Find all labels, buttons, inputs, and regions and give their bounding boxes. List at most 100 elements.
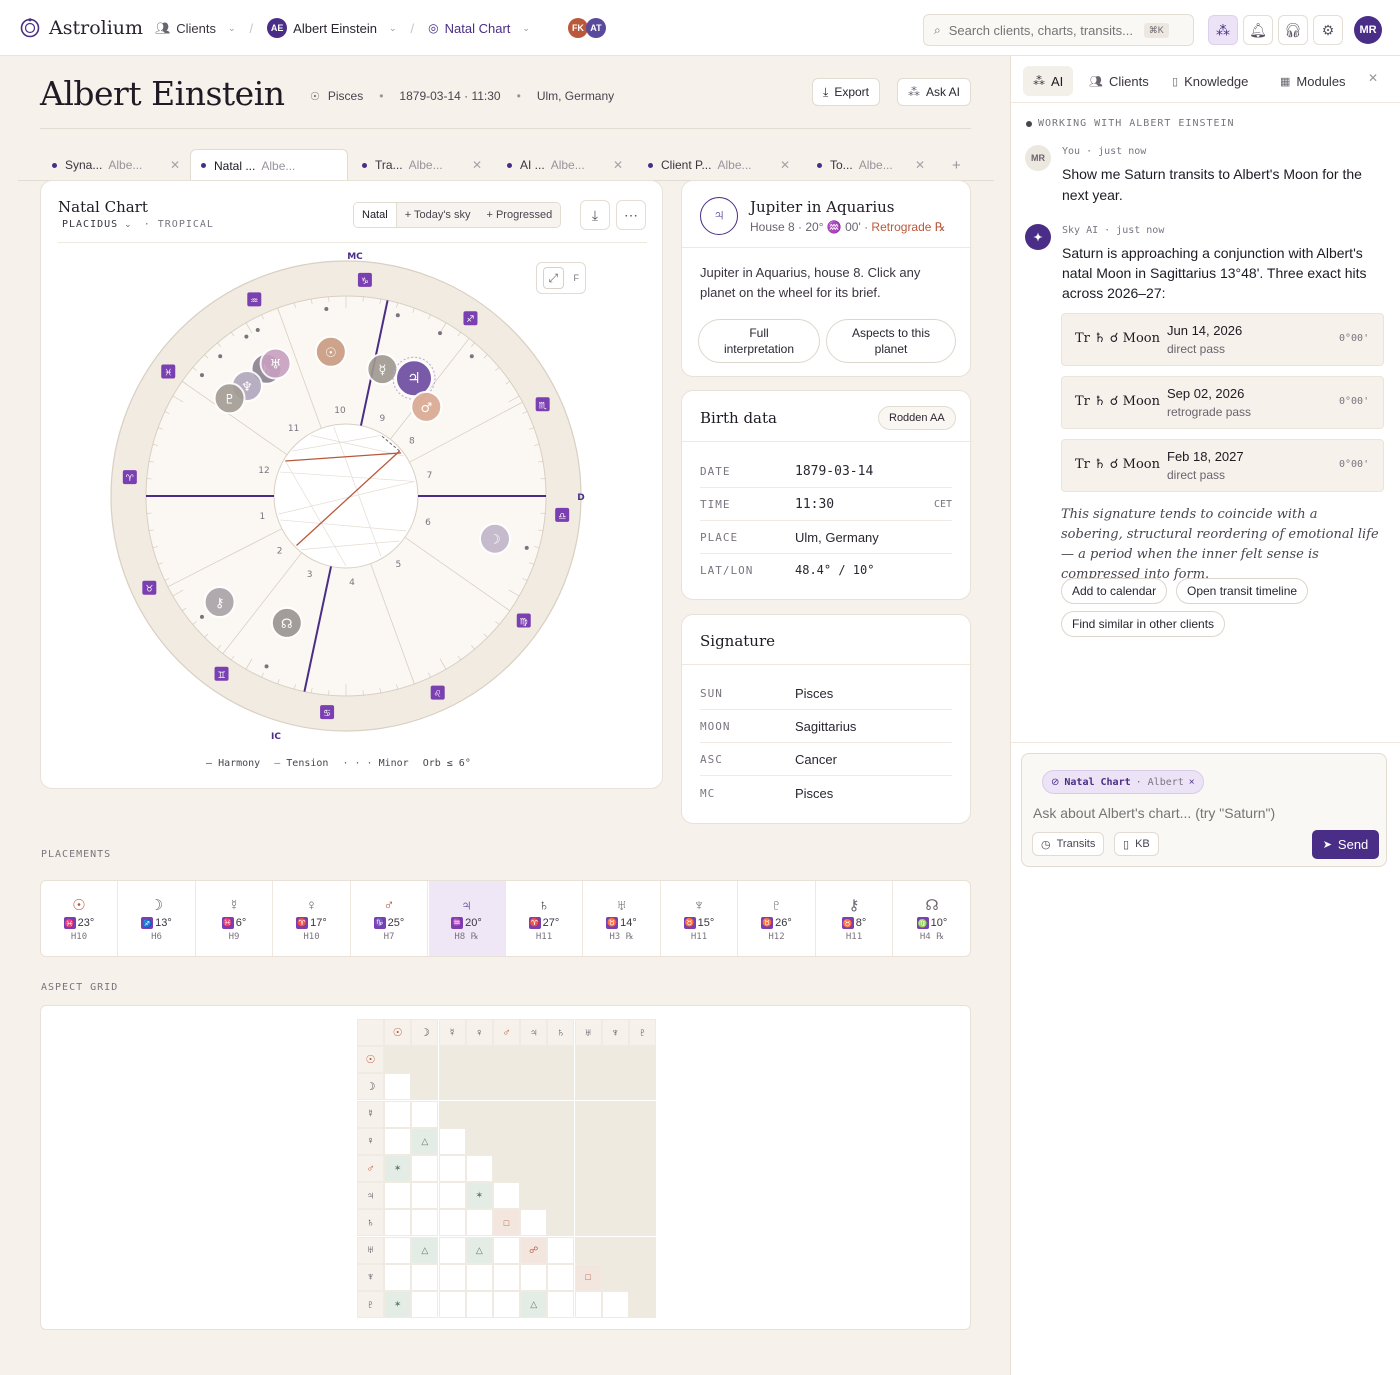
aspect-cell[interactable]: ✶ <box>384 1155 412 1182</box>
close-icon[interactable]: ✕ <box>780 158 790 172</box>
remove-chip-icon[interactable]: × <box>1189 777 1195 788</box>
placement-item[interactable]: ☉ ♓ 23° H10 <box>41 881 118 956</box>
aspects-to-planet-button[interactable]: Aspects to this planet <box>826 319 956 363</box>
natal-chart-wheel[interactable]: ♈♉♊♋♌♍♎♏♐♑♒♓123456789101112☉♄♅♆♇☿♃♂☽⚷☊MC… <box>101 251 591 741</box>
search-input[interactable] <box>948 22 1144 38</box>
grid-cell-empty <box>629 1046 656 1074</box>
tab-natal[interactable]: Natal ... Albe... <box>190 149 348 181</box>
transit-note: retrograde pass <box>1167 405 1252 419</box>
user-avatar[interactable]: MR <box>1354 16 1382 44</box>
sidebar-tab-knowledge[interactable]: ▯ Knowledge <box>1162 66 1258 96</box>
header-divider <box>40 128 971 129</box>
breadcrumb-clients[interactable]: 👥︎ Clients ⌄ <box>155 21 236 36</box>
notifications-button[interactable]: 🔔︎ <box>1243 15 1273 45</box>
send-button[interactable]: ➤ Send <box>1312 830 1379 859</box>
sidebar-tab-clients[interactable]: 👥︎ Clients <box>1079 66 1159 96</box>
aspect-cell[interactable]: ✶ <box>384 1291 412 1318</box>
house-number: 12 <box>258 466 269 476</box>
mode-todays-sky[interactable]: + Today's sky <box>396 203 479 227</box>
aspect-cell[interactable]: ✶ <box>465 1182 493 1210</box>
sidebar-tab-modules[interactable]: ▦ Modules <box>1270 66 1356 96</box>
aspect-cell[interactable]: □ <box>493 1209 520 1237</box>
collaborator-avatar[interactable]: FK <box>567 18 588 38</box>
placement-item[interactable]: ⚷ ♉ 8° H11 <box>816 881 893 956</box>
fullscreen-button[interactable]: ⤢ F <box>536 262 586 294</box>
fullscreen-shortcut: F <box>573 273 580 283</box>
grid-row-planet-icon: ♅ <box>357 1236 384 1264</box>
download-chart-button[interactable]: ⤓ <box>580 200 610 230</box>
planet-degree-dot <box>244 334 249 339</box>
placement-item[interactable]: ♃ ♒ 20° H8 ℞ <box>428 881 506 956</box>
zodiac-type: · TROPICAL <box>143 219 214 230</box>
planet-title: Jupiter in Aquarius <box>750 198 895 216</box>
mode-natal[interactable]: Natal <box>354 203 397 227</box>
placement-item[interactable]: ♄ ♈ 27° H11 <box>506 881 583 956</box>
aspect-cell[interactable]: △ <box>520 1291 548 1318</box>
placement-house: H3 ℞ <box>609 931 634 942</box>
kb-context-button[interactable]: ▯ KB <box>1114 832 1159 856</box>
close-icon[interactable]: ✕ <box>915 158 925 172</box>
placement-item[interactable]: ♅ ♉ 14° H3 ℞ <box>584 881 661 956</box>
grid-cell <box>384 1236 412 1264</box>
placement-item[interactable]: ♂ ♑ 25° H7 <box>351 881 428 956</box>
chat-input[interactable] <box>1033 802 1373 824</box>
close-icon[interactable]: ✕ <box>472 158 482 172</box>
more-options-button[interactable]: ⋯ <box>616 200 646 230</box>
placement-item[interactable]: ♇ ♉ 26° H12 <box>739 881 816 956</box>
breadcrumb-clients-label: Clients <box>176 20 216 36</box>
placement-house: H9 <box>228 931 240 942</box>
full-interpretation-button[interactable]: Full interpretation <box>698 319 820 363</box>
settings-button[interactable]: ⚙ <box>1313 15 1343 45</box>
tab-client-profile[interactable]: Client P... Albe... ✕ <box>648 150 790 180</box>
grid-cell-empty <box>465 1127 493 1155</box>
grid-header-planet-icon: ☉ <box>384 1019 412 1046</box>
search-box[interactable]: ⌕ ⌘K <box>923 14 1194 46</box>
breadcrumb-chart[interactable]: ◎ Natal Chart ⌄ <box>428 21 530 36</box>
aspect-cell[interactable]: △ <box>411 1127 439 1155</box>
placement-item[interactable]: ♆ ♉ 15° H11 <box>661 881 738 956</box>
close-sidebar-icon[interactable]: ✕ <box>1368 71 1378 85</box>
brand[interactable]: Astrolium <box>20 0 143 56</box>
house-system-select[interactable]: PLACIDUS <box>62 219 118 230</box>
axis-label-ic: IC <box>271 732 281 741</box>
download-icon: ⤓ <box>591 206 599 223</box>
context-chip[interactable]: ⊘ Natal Chart · Albert × <box>1042 770 1204 794</box>
aspect-cell[interactable]: ☍ <box>520 1236 548 1264</box>
grid-header-planet-icon: ♇ <box>629 1019 656 1046</box>
aspect-cell[interactable]: □ <box>574 1263 602 1291</box>
tab-transits[interactable]: Tra... Albe... ✕ <box>362 150 482 180</box>
grid-cell-empty <box>629 1291 656 1318</box>
close-icon[interactable]: ✕ <box>170 158 180 172</box>
tab-synastry[interactable]: Syna... Albe... ✕ <box>52 150 180 180</box>
placement-item[interactable]: ☽ ♐ 13° H6 <box>119 881 196 956</box>
support-button[interactable]: 🎧︎ <box>1278 15 1308 45</box>
placement-item[interactable]: ♀ ♈ 17° H10 <box>274 881 351 956</box>
aspect-cell[interactable]: △ <box>411 1236 439 1264</box>
ai-sparkle-button[interactable]: ⁂ <box>1208 15 1238 45</box>
grid-cell <box>493 1182 520 1210</box>
transit-item[interactable]: Tr ♄ ☌ Moon Feb 18, 2027 direct pass 0°0… <box>1061 439 1384 492</box>
breadcrumb-client[interactable]: AE Albert Einstein ⌄ <box>267 18 397 38</box>
collaborator-avatar[interactable]: AT <box>585 18 606 38</box>
open-transit-timeline-button[interactable]: Open transit timeline <box>1176 578 1309 604</box>
tab-todo[interactable]: To... Albe... ✕ <box>817 150 925 180</box>
sidebar-tab-ai[interactable]: ⁂ AI <box>1023 66 1074 96</box>
tab-ai[interactable]: AI ... Albe... ✕ <box>507 150 623 180</box>
planet-degree-dot <box>524 545 529 550</box>
rodden-rating-badge: Rodden AA <box>878 406 956 430</box>
placement-sign: ♑ 25° <box>373 916 405 929</box>
placement-item[interactable]: ☿ ♓ 6° H9 <box>196 881 273 956</box>
transits-context-button[interactable]: ◷ Transits <box>1032 832 1105 856</box>
mode-progressed[interactable]: + Progressed <box>478 203 561 227</box>
transit-item[interactable]: Tr ♄ ☌ Moon Sep 02, 2026 retrograde pass… <box>1061 376 1384 429</box>
add-to-calendar-button[interactable]: Add to calendar <box>1061 578 1168 604</box>
add-tab-button[interactable]: + <box>952 150 961 180</box>
grid-header-planet-icon: ♃ <box>520 1019 548 1046</box>
export-button[interactable]: ⤓ Export <box>812 78 880 106</box>
placement-item[interactable]: ☊ ♍ 10° H4 ℞ <box>894 881 971 956</box>
find-similar-button[interactable]: Find similar in other clients <box>1061 611 1226 637</box>
aspect-cell[interactable]: △ <box>465 1236 493 1264</box>
transit-item[interactable]: Tr ♄ ☌ Moon Jun 14, 2026 direct pass 0°0… <box>1061 313 1384 366</box>
ask-ai-button[interactable]: ⁂ Ask AI <box>897 78 972 106</box>
close-icon[interactable]: ✕ <box>613 158 623 172</box>
